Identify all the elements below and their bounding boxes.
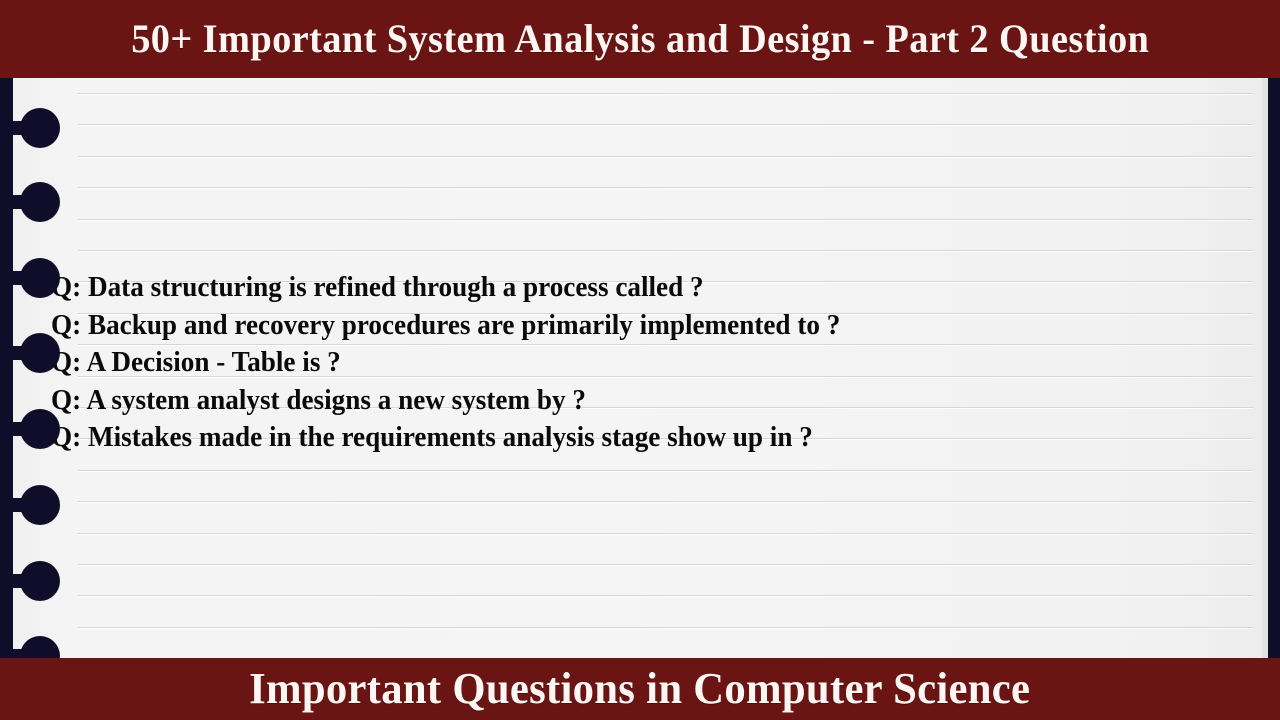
spiral-ring-bead (20, 561, 60, 601)
ruled-line (78, 470, 1253, 471)
footer-title: Important Questions in Computer Science (249, 664, 1031, 713)
question-item: Q: A Decision - Table is ? (51, 347, 341, 378)
question-item: Q: Backup and recovery procedures are pr… (51, 310, 841, 341)
page-title: 50+ Important System Analysis and Design… (130, 16, 1150, 61)
ruled-line (78, 627, 1253, 628)
spiral-ring-bead (20, 108, 60, 148)
spiral-spine-bar (0, 78, 13, 658)
header-bar: 50+ Important System Analysis and Design… (0, 0, 1280, 78)
ruled-line (78, 501, 1253, 502)
ruled-line (78, 344, 1253, 345)
ruled-line (78, 124, 1253, 125)
ruled-line (78, 564, 1253, 565)
ruled-line (78, 595, 1253, 596)
spiral-ring-bead (20, 258, 60, 298)
ruled-line (78, 187, 1253, 188)
spiral-ring-bead (20, 409, 60, 449)
ruled-line (78, 250, 1253, 251)
question-item: Q: Data structuring is refined through a… (51, 272, 704, 303)
footer-bar: Important Questions in Computer Science (0, 658, 1280, 720)
spiral-ring-bead (20, 333, 60, 373)
ruled-line (78, 219, 1253, 220)
spiral-ring-bead (20, 485, 60, 525)
question-item: Q: A system analyst designs a new system… (51, 385, 586, 416)
ruled-line (78, 93, 1253, 94)
pad-right-edge (1268, 78, 1280, 658)
question-item: Q: Mistakes made in the requirements ana… (51, 422, 813, 453)
ruled-line (78, 156, 1253, 157)
spiral-ring-bead (20, 182, 60, 222)
ruled-line (78, 533, 1253, 534)
slide-root: Q: Data structuring is refined through a… (0, 0, 1280, 720)
